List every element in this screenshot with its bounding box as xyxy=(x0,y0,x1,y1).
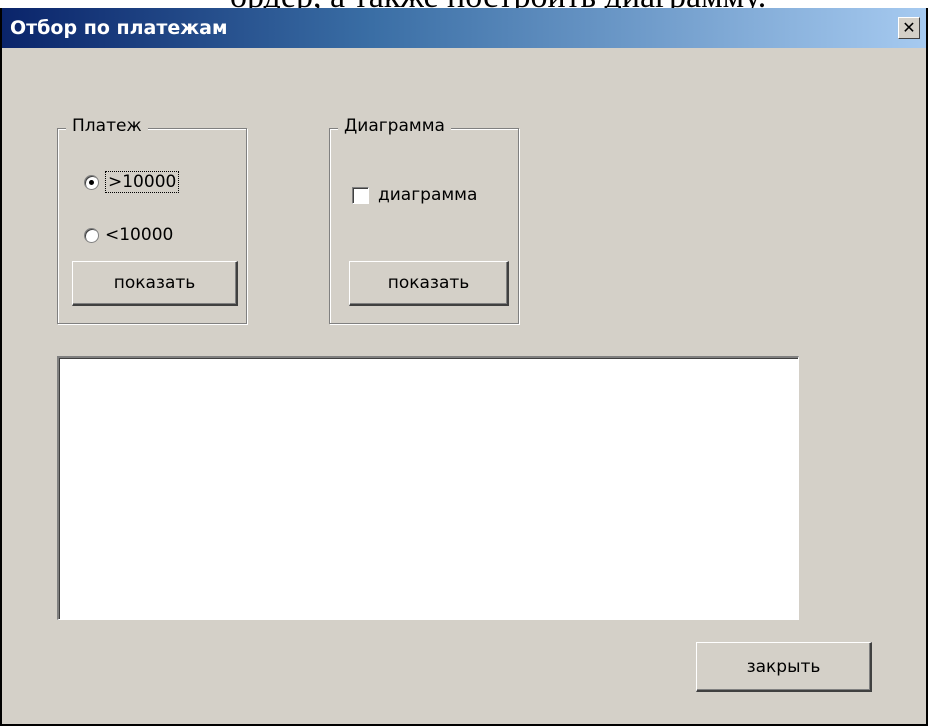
chart-show-button[interactable]: показать xyxy=(349,261,509,306)
chart-checkbox-label: диаграмма xyxy=(378,185,478,205)
close-window-button[interactable]: ✕ xyxy=(898,17,920,39)
window-title: Отбор по платежам xyxy=(10,17,228,39)
chart-checkbox[interactable] xyxy=(352,186,369,204)
radio-less-10000[interactable]: <10000 xyxy=(84,225,173,245)
title-bar: Отбор по платежам ✕ xyxy=(2,8,926,48)
payment-group-legend: Платеж xyxy=(66,116,148,136)
payment-groupbox: Платеж >10000 <10000 показать xyxy=(57,116,247,324)
radio-unselected-icon[interactable] xyxy=(84,227,99,243)
results-listbox[interactable] xyxy=(57,356,799,620)
chart-checkbox-row[interactable]: диаграмма xyxy=(352,185,477,205)
close-icon: ✕ xyxy=(902,18,916,37)
radio-greater-label: >10000 xyxy=(105,171,180,193)
radio-less-label: <10000 xyxy=(105,225,174,245)
chart-groupbox: Диаграмма диаграмма показать xyxy=(329,116,519,324)
chart-group-legend: Диаграмма xyxy=(338,116,451,136)
close-button[interactable]: закрыть xyxy=(696,642,872,692)
radio-selected-icon[interactable] xyxy=(84,174,99,190)
payment-show-button[interactable]: показать xyxy=(72,261,238,306)
dialog-window: Отбор по платежам ✕ Платеж >10000 <10000… xyxy=(0,8,928,726)
radio-greater-10000[interactable]: >10000 xyxy=(84,171,180,193)
